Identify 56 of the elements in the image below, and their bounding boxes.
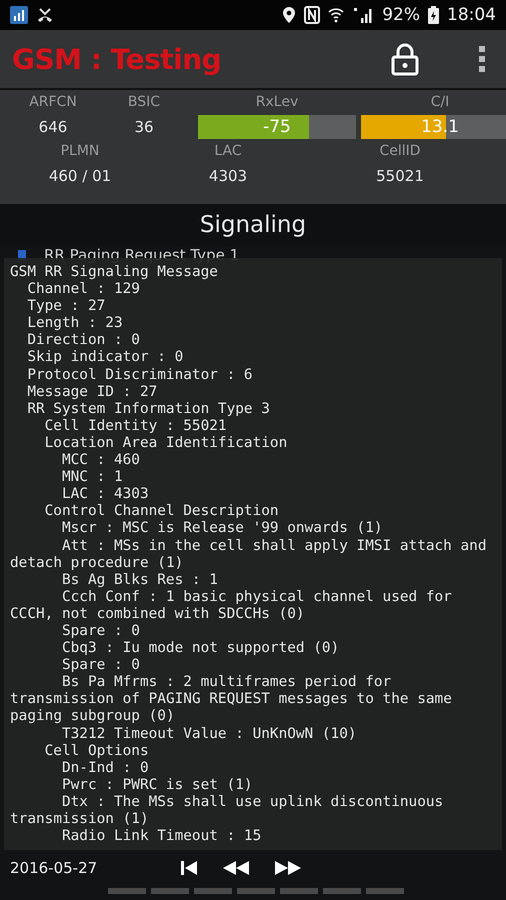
date-label: 2016-05-27 xyxy=(10,859,98,877)
message-line: Length : 23 xyxy=(26,315,124,332)
meter-value: -75 xyxy=(263,117,291,137)
nfc-icon xyxy=(304,6,320,24)
missed-call-icon xyxy=(36,7,54,23)
message-line: Pwrc : PWRC is set (1) xyxy=(60,776,254,794)
field-label: C/I xyxy=(430,94,450,110)
message-title: GSM RR Signaling Message xyxy=(10,264,219,282)
meter-value: 13.1 xyxy=(421,117,459,137)
message-line: Location Area Identification xyxy=(44,434,288,452)
message-line: Cell Options xyxy=(44,742,150,760)
message-line: Control Channel Description xyxy=(44,503,280,520)
app-icon xyxy=(10,6,28,24)
message-line: Dn-Ind : 0 xyxy=(60,760,150,777)
field-label: ARFCN xyxy=(29,94,77,110)
message-line: Protocol Discriminator : 6 xyxy=(26,366,254,384)
app-title: GSM : Testing xyxy=(12,42,222,76)
wifi-icon xyxy=(328,7,344,23)
message-line: T3212 Timeout Value : UnKnOwN (10) xyxy=(60,726,358,743)
field-label: BSIC xyxy=(128,94,160,110)
field-label: PLMN xyxy=(60,143,100,159)
message-line: Mscr : MSC is Release '99 onwards (1) xyxy=(60,520,384,538)
message-line: Dtx : The MSs shall use uplink discontinuous transmission (1) xyxy=(10,794,444,828)
signal-icon xyxy=(352,6,374,24)
message-line: Bs Pa Mfrms : 2 multiframes period for transmission of PAGING REQUEST messages to the same paging subgroup (0) xyxy=(10,674,453,726)
field-label: RxLev xyxy=(256,94,298,110)
message-line: Spare : 0 xyxy=(60,622,141,640)
field-value: 4303 xyxy=(208,166,248,187)
message-line: Att : MSs in the cell shall apply IMSI attach and detach procedure (1) xyxy=(10,538,488,572)
field-label: CellID xyxy=(379,143,421,159)
location-icon xyxy=(282,6,296,24)
field-value: 36 xyxy=(134,117,154,138)
message-line: Direction : 0 xyxy=(26,332,141,350)
field-value: 55021 xyxy=(376,166,424,187)
message-line: Skip indicator : 0 xyxy=(26,349,184,367)
field-label: LAC xyxy=(214,143,242,159)
message-line: RR System Information Type 3 xyxy=(26,400,271,418)
message-line: Type : 27 xyxy=(26,298,106,316)
battery-percentage: 92% xyxy=(382,5,420,25)
message-line: Cbq3 : Iu mode not supported (0) xyxy=(60,640,340,658)
message-line: Radio Link Timeout : 15 xyxy=(60,828,262,846)
field-value: 646 xyxy=(38,117,68,138)
section-title: Signaling xyxy=(200,212,306,238)
message-line: Cell Identity : 55021 xyxy=(44,418,228,435)
message-line: Message ID : 27 xyxy=(26,384,158,401)
list-item-title[interactable]: RR Paging Request Type 1 xyxy=(44,248,240,262)
message-line: Ccch Conf : 1 basic physical channel used for CCCH, not combined with SDCCHs (0) xyxy=(10,588,453,623)
field-value: 460 / 01 xyxy=(48,166,112,187)
message-line: Channel : 129 xyxy=(26,281,141,298)
message-line: LAC : 4303 xyxy=(60,486,150,504)
message-line: Spare : 0 xyxy=(60,657,141,674)
message-line: MCC : 460 xyxy=(60,452,141,470)
message-line: MNC : 1 xyxy=(60,469,124,486)
clock: 18:04 xyxy=(447,5,496,25)
battery-charging-icon xyxy=(428,6,439,24)
message-line: Bs Ag Blks Res : 1 xyxy=(60,572,219,589)
